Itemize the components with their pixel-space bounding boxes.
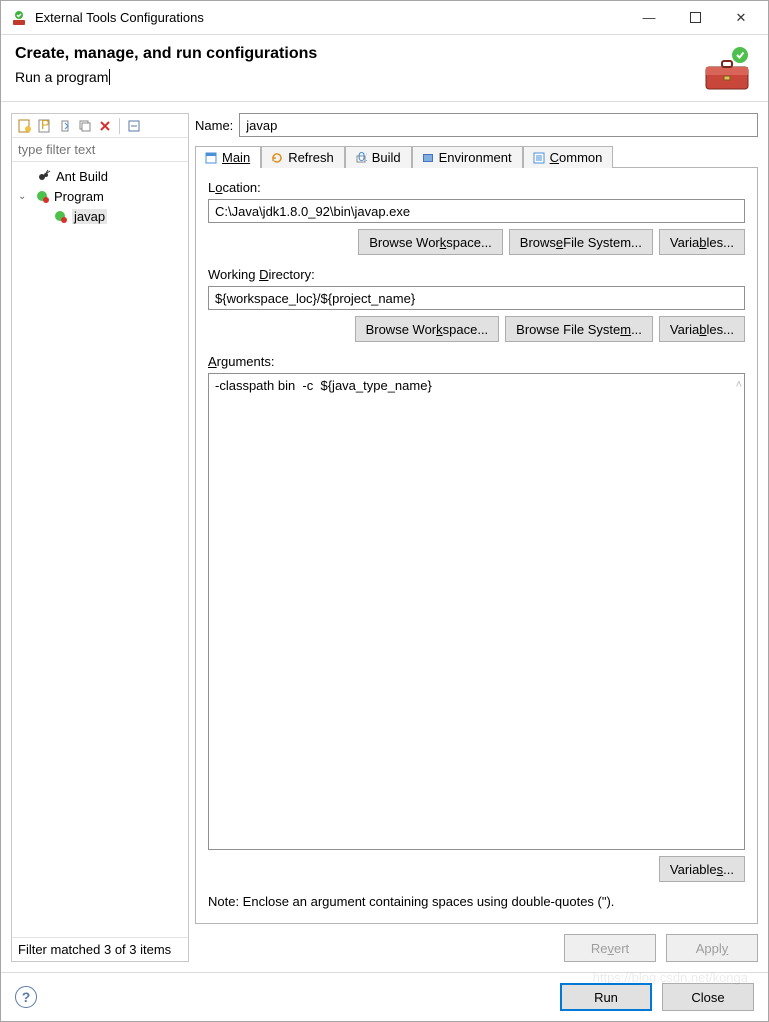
collapse-all-button[interactable] <box>125 117 143 135</box>
program-icon <box>34 188 50 204</box>
location-variables-button[interactable]: Variables... <box>659 229 745 255</box>
close-window-button[interactable]: ✕ <box>718 3 764 33</box>
location-input[interactable] <box>208 199 745 223</box>
svg-text:P: P <box>41 119 50 132</box>
location-browse-filesystem-button[interactable]: Browse File System... <box>509 229 653 255</box>
left-toolbar: P <box>12 114 188 138</box>
tab-label: Main <box>222 150 250 165</box>
left-pane: P Ant Build ⌄ Program <box>11 113 189 962</box>
tree-label: Program <box>54 189 104 204</box>
tab-label: Refresh <box>288 150 334 165</box>
tree-label: Ant Build <box>56 169 108 184</box>
window-title: External Tools Configurations <box>35 10 626 25</box>
arguments-variables-button[interactable]: Variables... <box>659 856 745 882</box>
new-config-button[interactable] <box>16 117 34 135</box>
main-tab-icon <box>204 151 218 165</box>
toolbar-separator <box>119 118 120 134</box>
location-label: Location: <box>208 180 745 195</box>
apply-button[interactable]: Apply <box>666 934 758 962</box>
header-subtitle: Run a program <box>15 69 110 85</box>
tab-bar: Main Refresh 010 Build Environment Commo… <box>195 145 758 167</box>
run-toolbox-icon <box>700 45 754 93</box>
tree-item-program[interactable]: ⌄ Program <box>12 186 188 206</box>
close-button[interactable]: Close <box>662 983 754 1011</box>
dialog-footer: ? Run Close <box>1 972 768 1021</box>
tab-label: Build <box>372 150 401 165</box>
workdir-browse-workspace-button[interactable]: Browse Workspace... <box>355 316 500 342</box>
duplicate-button[interactable] <box>76 117 94 135</box>
name-input[interactable] <box>239 113 758 137</box>
right-pane: Name: Main Refresh 010 Build E <box>195 113 758 962</box>
common-tab-icon <box>532 151 546 165</box>
tab-label: Environment <box>439 150 512 165</box>
environment-tab-icon <box>421 151 435 165</box>
tab-environment[interactable]: Environment <box>412 146 523 168</box>
revert-button[interactable]: Revert <box>564 934 656 962</box>
arguments-label: Arguments: <box>208 354 745 369</box>
name-label: Name: <box>195 118 233 133</box>
config-tree[interactable]: Ant Build ⌄ Program javap <box>12 162 188 937</box>
scroll-up-icon: ˄ <box>736 379 742 391</box>
arguments-note: Note: Enclose an argument containing spa… <box>208 894 745 909</box>
tab-panel-main: Location: Browse Workspace... Browse Fil… <box>195 167 758 924</box>
workdir-browse-filesystem-button[interactable]: Browse File System... <box>505 316 653 342</box>
location-browse-workspace-button[interactable]: Browse Workspace... <box>358 229 503 255</box>
tab-label: Common <box>550 150 603 165</box>
delete-button[interactable] <box>96 117 114 135</box>
external-tools-icon <box>11 10 27 26</box>
dialog-header: Create, manage, and run configurations R… <box>1 35 768 102</box>
tab-refresh[interactable]: Refresh <box>261 146 345 168</box>
svg-text:010: 010 <box>358 152 367 164</box>
tab-main[interactable]: Main <box>195 146 261 168</box>
ant-icon <box>36 168 52 184</box>
tab-common[interactable]: Common <box>523 146 614 168</box>
maximize-button[interactable] <box>672 3 718 33</box>
minimize-button[interactable]: — <box>626 3 672 33</box>
tree-label: javap <box>72 209 107 224</box>
titlebar: External Tools Configurations — ✕ <box>1 1 768 35</box>
refresh-tab-icon <box>270 151 284 165</box>
build-tab-icon: 010 <box>354 151 368 165</box>
dialog-window: External Tools Configurations — ✕ Create… <box>0 0 769 1022</box>
program-icon <box>52 208 68 224</box>
tree-item-javap[interactable]: javap <box>12 206 188 226</box>
content-area: P Ant Build ⌄ Program <box>1 102 768 972</box>
header-title: Create, manage, and run configurations <box>15 45 700 63</box>
filter-status: Filter matched 3 of 3 items <box>12 937 188 961</box>
new-prototype-button[interactable]: P <box>36 117 54 135</box>
help-icon[interactable]: ? <box>15 986 37 1008</box>
working-dir-input[interactable] <box>208 286 745 310</box>
arguments-textarea[interactable] <box>208 373 745 850</box>
workdir-variables-button[interactable]: Variables... <box>659 316 745 342</box>
twisty-open-icon[interactable]: ⌄ <box>18 191 30 202</box>
tab-build[interactable]: 010 Build <box>345 146 412 168</box>
tree-item-ant-build[interactable]: Ant Build <box>12 166 188 186</box>
working-dir-label: Working Directory: <box>208 267 745 282</box>
export-button[interactable] <box>56 117 74 135</box>
run-button[interactable]: Run <box>560 983 652 1011</box>
tree-filter-input[interactable] <box>12 138 188 162</box>
